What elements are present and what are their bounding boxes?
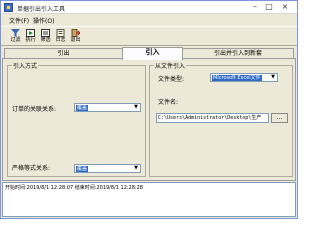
order-relation-select[interactable]: 覆盖 ▼ — [74, 103, 141, 112]
strict-relation-value: 覆盖 — [76, 166, 89, 172]
from-file-group: 从文件引入 文件类型: Microsoft Excel文件 ▼ 文件名: C:\… — [149, 61, 293, 177]
file-name-label: 文件名: — [158, 99, 179, 106]
chevron-down-icon[interactable]: ▼ — [132, 165, 140, 172]
file-type-select[interactable]: Microsoft Excel文件 ▼ — [210, 73, 278, 82]
chevron-down-icon[interactable]: ▼ — [132, 104, 140, 111]
select-icon — [41, 29, 50, 37]
exit-label: 退出 — [70, 37, 81, 43]
from-file-title: 从文件引入 — [154, 61, 187, 70]
browse-button[interactable]: ... — [271, 113, 288, 123]
file-path-input[interactable]: C:\Users\Administrator\Desktop\生产 — [156, 113, 269, 123]
log-label: 日志 — [55, 37, 66, 43]
app-icon — [4, 3, 13, 12]
filter-icon — [11, 29, 20, 37]
filter-label: 过滤 — [10, 37, 21, 43]
toolbar: 过滤 执行 筛选 日志 退出 — [1, 26, 297, 46]
order-relation-label: 订单的关联关系: — [12, 106, 57, 113]
exit-icon — [71, 29, 80, 37]
file-type-label: 文件类型: — [158, 76, 185, 83]
log-line: 开始时间:2019/8/1 12:28:07 结束时间:2019/8/1 12:… — [5, 185, 143, 191]
exit-button[interactable]: 退出 — [68, 28, 83, 46]
select-button[interactable]: 筛选 — [38, 28, 53, 46]
filter-button[interactable]: 过滤 — [8, 28, 23, 46]
close-icon[interactable]: × — [279, 2, 291, 12]
strict-relation-select[interactable]: 覆盖 ▼ — [74, 164, 141, 173]
order-relation-value: 覆盖 — [76, 105, 89, 111]
title-bar[interactable]: 单据引出引入工具 – □ × — [1, 1, 297, 14]
window-title: 单据引出引入工具 — [17, 6, 66, 13]
run-icon — [26, 29, 35, 37]
file-type-value: Microsoft Excel文件 — [212, 75, 262, 81]
log-icon — [56, 29, 65, 37]
menu-operation[interactable]: 操作(O) — [33, 16, 54, 25]
minimize-icon[interactable]: – — [249, 2, 261, 12]
log-area[interactable]: 开始时间:2019/8/1 12:28:07 结束时间:2019/8/1 12:… — [2, 182, 296, 217]
chevron-down-icon[interactable]: ▼ — [269, 74, 277, 81]
log-button[interactable]: 日志 — [53, 28, 68, 46]
import-method-group: 引入方式 订单的关联关系: 覆盖 ▼ 严格等式关系: 覆盖 ▼ — [7, 61, 146, 177]
import-method-title: 引入方式 — [12, 61, 39, 70]
import-panel: 引入方式 订单的关联关系: 覆盖 ▼ 严格等式关系: 覆盖 ▼ 从文件引入 文件… — [2, 58, 296, 181]
select-label: 筛选 — [40, 37, 51, 43]
menu-file[interactable]: 文件(F) — [9, 16, 29, 25]
app-window: 单据引出引入工具 – □ × 文件(F) 操作(O) 过滤 执行 筛选 日志 退… — [0, 0, 298, 219]
run-button[interactable]: 执行 — [23, 28, 38, 46]
tab-import[interactable]: 引入 — [122, 47, 183, 60]
strict-relation-label: 严格等式关系: — [12, 165, 51, 172]
run-label: 执行 — [25, 37, 36, 43]
menu-bar: 文件(F) 操作(O) — [1, 15, 297, 25]
maximize-icon[interactable]: □ — [263, 2, 275, 12]
